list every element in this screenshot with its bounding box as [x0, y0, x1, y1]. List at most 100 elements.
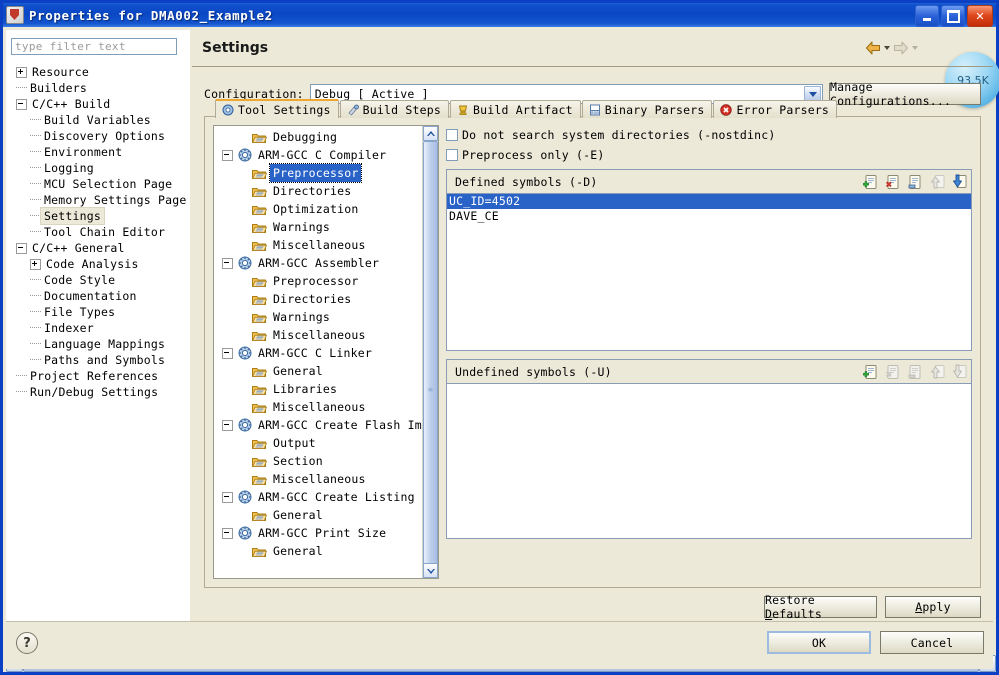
collapse-icon[interactable]: [16, 242, 27, 254]
tab-binary-parsers[interactable]: 010 Binary Parsers: [581, 100, 713, 118]
tool-tree-item[interactable]: Preprocessor: [214, 163, 423, 183]
symbol-list-item[interactable]: DAVE_CE: [447, 209, 971, 224]
edit-icon[interactable]: [907, 174, 923, 190]
title-bar: Properties for DMA002_Example2 ✕: [3, 3, 996, 27]
folder-icon: [252, 455, 267, 467]
settings-tree-item[interactable]: C/C++ General: [6, 240, 190, 256]
tool-tree[interactable]: Debugging ARM-GCC C Compiler Preprocessor D…: [214, 126, 423, 578]
collapse-icon[interactable]: [16, 98, 27, 110]
tool-tree-item[interactable]: Preprocessor: [214, 272, 423, 290]
tool-tree-item[interactable]: Debugging: [214, 128, 423, 146]
collapse-icon[interactable]: [222, 419, 233, 431]
tool-tree-item[interactable]: Directories: [214, 182, 423, 200]
tool-tree-item[interactable]: ARM-GCC Assembler: [214, 254, 423, 272]
add-icon[interactable]: [862, 364, 879, 380]
symbol-list-item[interactable]: UC_ID=4502: [447, 194, 971, 209]
settings-tree[interactable]: Resource Builders C/C++ Build Build Variabl…: [6, 62, 190, 600]
settings-tree-item[interactable]: Resource: [6, 64, 190, 80]
scroll-down-button[interactable]: [423, 563, 438, 578]
collapse-icon[interactable]: [222, 257, 233, 269]
settings-tree-item[interactable]: Paths and Symbols: [6, 352, 190, 368]
help-button[interactable]: ?: [16, 632, 38, 654]
tab-build-steps[interactable]: Build Steps: [339, 100, 449, 118]
settings-tree-item[interactable]: MCU Selection Page: [6, 176, 190, 192]
back-dropdown-icon[interactable]: [884, 46, 890, 50]
tool-tree-item[interactable]: Miscellaneous: [214, 470, 423, 488]
back-arrow-icon[interactable]: [865, 41, 881, 55]
collapse-icon[interactable]: [222, 527, 233, 539]
tool-tree-item[interactable]: Miscellaneous: [214, 398, 423, 416]
tool-tree-item[interactable]: ARM-GCC Create Listing: [214, 488, 423, 506]
settings-tree-item[interactable]: C/C++ Build: [6, 96, 190, 112]
tab-content: Debugging ARM-GCC C Compiler Preprocessor D…: [213, 125, 972, 579]
tab-build-artifact[interactable]: Build Artifact: [449, 100, 581, 118]
preprocess-only-checkbox[interactable]: [446, 149, 458, 161]
tab-tool-settings[interactable]: Tool Settings: [215, 99, 339, 118]
scroll-thumb[interactable]: ≡: [423, 141, 438, 578]
add-icon[interactable]: [862, 174, 879, 190]
delete-icon[interactable]: [885, 174, 901, 190]
tool-tree-item[interactable]: Libraries: [214, 380, 423, 398]
tool-tree-item[interactable]: Directories: [214, 290, 423, 308]
settings-tree-item[interactable]: Discovery Options: [6, 128, 190, 144]
settings-tree-item[interactable]: Code Analysis: [6, 256, 190, 272]
expand-icon[interactable]: [30, 258, 41, 270]
tool-tree-item[interactable]: General: [214, 542, 423, 560]
undefined-symbols-list[interactable]: [447, 384, 971, 538]
tool-tree-item[interactable]: General: [214, 362, 423, 380]
ok-button[interactable]: OK: [767, 631, 871, 654]
settings-tree-item[interactable]: Language Mappings: [6, 336, 190, 352]
settings-tree-item[interactable]: Indexer: [6, 320, 190, 336]
option-nostdinc[interactable]: Do not search system directories (-nostd…: [446, 125, 972, 145]
tool-tree-item[interactable]: Miscellaneous: [214, 236, 423, 254]
tool-tree-item[interactable]: Section: [214, 452, 423, 470]
apply-button[interactable]: Apply: [885, 596, 981, 618]
settings-tree-item[interactable]: Build Variables: [6, 112, 190, 128]
tool-tree-item[interactable]: ARM-GCC C Compiler: [214, 146, 423, 164]
settings-tree-item-label: C/C++ Build: [32, 97, 111, 111]
cancel-button[interactable]: Cancel: [880, 631, 984, 654]
option-preprocess-only[interactable]: Preprocess only (-E): [446, 145, 972, 165]
move-down-icon[interactable]: [951, 174, 967, 190]
filter-input[interactable]: type filter text: [11, 38, 177, 55]
tool-tree-item[interactable]: Miscellaneous: [214, 326, 423, 344]
tool-tree-item[interactable]: Warnings: [214, 218, 423, 236]
settings-tree-item[interactable]: File Types: [6, 304, 190, 320]
tool-tree-item-label: Optimization: [273, 202, 359, 216]
settings-tree-item[interactable]: Environment: [6, 144, 190, 160]
settings-tree-item[interactable]: Project References: [6, 368, 190, 384]
settings-tree-item[interactable]: Code Style: [6, 272, 190, 288]
settings-tree-item[interactable]: Builders: [6, 80, 190, 96]
settings-tree-item[interactable]: Run/Debug Settings: [6, 384, 190, 400]
manage-configurations-button[interactable]: Manage Configurations...: [829, 80, 981, 108]
tool-tree-item[interactable]: ARM-GCC Create Flash Image: [214, 416, 423, 434]
collapse-icon[interactable]: [222, 149, 233, 161]
settings-tree-item-label: MCU Selection Page: [44, 177, 173, 191]
tool-tree-item[interactable]: Optimization: [214, 200, 423, 218]
collapse-icon[interactable]: [222, 347, 233, 359]
tool-tree-item[interactable]: General: [214, 506, 423, 524]
tool-tree-item[interactable]: ARM-GCC Print Size: [214, 524, 423, 542]
nostdinc-checkbox[interactable]: [446, 129, 458, 141]
tool-tree-scrollbar[interactable]: ≡: [422, 126, 438, 578]
collapse-icon[interactable]: [222, 491, 233, 503]
settings-tree-item[interactable]: Settings: [6, 207, 190, 225]
scroll-up-button[interactable]: [423, 126, 438, 141]
expand-icon[interactable]: [16, 66, 27, 78]
tree-connector-icon: [16, 87, 27, 89]
defined-symbols-list[interactable]: UC_ID=4502 DAVE_CE: [447, 194, 971, 350]
maximize-button[interactable]: [941, 5, 965, 27]
close-button[interactable]: ✕: [967, 5, 993, 27]
restore-defaults-button[interactable]: Restore Defaults: [764, 593, 877, 621]
tab-error-parsers[interactable]: Error Parsers: [713, 100, 838, 118]
settings-tree-item[interactable]: Documentation: [6, 288, 190, 304]
settings-tree-item[interactable]: Memory Settings Page: [6, 192, 190, 208]
tool-tree-item[interactable]: Warnings: [214, 308, 423, 326]
settings-tree-item[interactable]: Logging: [6, 160, 190, 176]
error-parsers-icon: [720, 103, 733, 116]
settings-tree-item[interactable]: Tool Chain Editor: [6, 224, 190, 240]
tool-tree-item[interactable]: ARM-GCC C Linker: [214, 344, 423, 362]
build-artifact-icon: [457, 104, 469, 116]
tool-tree-item[interactable]: Output: [214, 434, 423, 452]
minimize-button[interactable]: [915, 5, 939, 27]
